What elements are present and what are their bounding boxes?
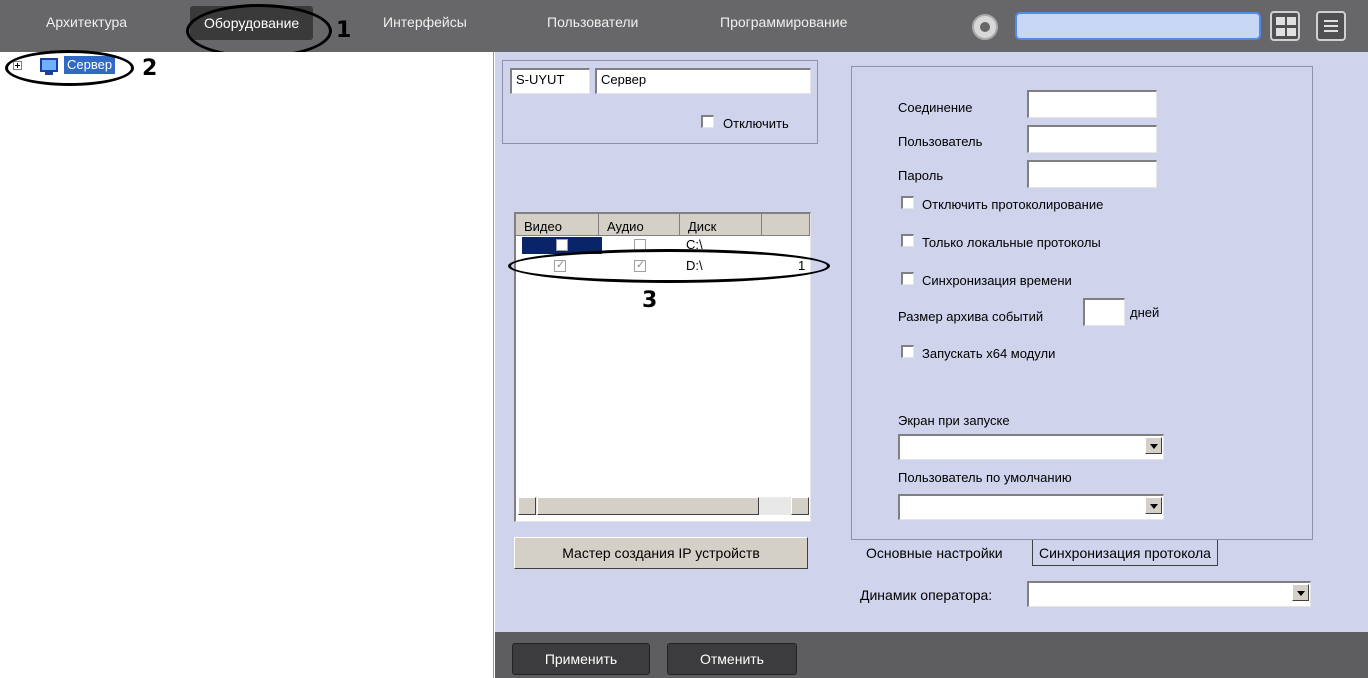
password-label: Пароль bbox=[898, 168, 944, 183]
disk-name: C:\ bbox=[686, 237, 703, 252]
server-id-field[interactable]: S-UYUT bbox=[510, 68, 590, 94]
scroll-right-button[interactable] bbox=[791, 497, 809, 515]
disable-logging-checkbox[interactable] bbox=[901, 196, 914, 209]
operator-speaker-select[interactable] bbox=[1027, 581, 1311, 607]
disk-name: D:\ bbox=[686, 258, 703, 273]
horizontal-scrollbar[interactable] bbox=[518, 497, 809, 515]
col-extra bbox=[762, 214, 810, 236]
tab-protocol-sync[interactable]: Синхронизация протокола bbox=[1032, 540, 1218, 566]
local-logs-label: Только локальные протоколы bbox=[922, 235, 1101, 250]
top-menu-bar: Архитектура Оборудование Интерфейсы Поль… bbox=[0, 0, 1368, 52]
tab-basic-settings[interactable]: Основные настройки bbox=[860, 540, 1009, 566]
operator-speaker-label: Динамик оператора: bbox=[860, 587, 993, 603]
chevron-down-icon bbox=[1145, 437, 1162, 454]
connection-label: Соединение bbox=[898, 100, 973, 115]
disable-label: Отключить bbox=[723, 116, 789, 131]
ip-wizard-button[interactable]: Мастер создания IP устройств bbox=[514, 537, 808, 569]
cancel-button[interactable]: Отменить bbox=[667, 643, 797, 675]
object-tree: Сервер bbox=[0, 52, 494, 678]
tree-expand-icon[interactable] bbox=[13, 61, 22, 70]
tab-users[interactable]: Пользователи bbox=[547, 14, 638, 36]
disable-checkbox[interactable] bbox=[701, 115, 714, 128]
chevron-down-icon bbox=[1145, 497, 1162, 514]
callout-2: 2 bbox=[142, 56, 158, 81]
run-x64-label: Запускать x64 модули bbox=[922, 346, 1056, 361]
startup-screen-label: Экран при запуске bbox=[898, 413, 1010, 428]
chevron-down-icon bbox=[1292, 584, 1309, 601]
disk-row[interactable]: C:\ bbox=[516, 237, 810, 254]
layout-grid-icon[interactable] bbox=[1270, 11, 1300, 41]
time-sync-checkbox[interactable] bbox=[901, 272, 914, 285]
col-video[interactable]: Видео bbox=[516, 214, 599, 236]
window: Архитектура Оборудование Интерфейсы Поль… bbox=[0, 0, 1368, 678]
search-input[interactable] bbox=[1015, 12, 1261, 40]
local-logs-checkbox[interactable] bbox=[901, 234, 914, 247]
tab-programming[interactable]: Программирование bbox=[720, 14, 847, 36]
user-field[interactable] bbox=[1027, 125, 1157, 153]
tree-item-server[interactable]: Сервер bbox=[64, 56, 116, 74]
apply-button[interactable]: Применить bbox=[512, 643, 650, 675]
disable-logging-label: Отключить протоколирование bbox=[922, 197, 1104, 212]
default-user-label: Пользователь по умолчанию bbox=[898, 470, 1072, 485]
tab-equipment[interactable]: Оборудование bbox=[190, 6, 314, 40]
audio-checkbox[interactable] bbox=[634, 239, 646, 251]
default-user-select[interactable] bbox=[898, 494, 1164, 520]
tab-architecture[interactable]: Архитектура bbox=[46, 14, 127, 36]
video-checkbox[interactable] bbox=[554, 258, 566, 272]
startup-screen-select[interactable] bbox=[898, 434, 1164, 460]
callout-3: 3 bbox=[642, 288, 658, 313]
archive-size-field[interactable] bbox=[1083, 298, 1125, 326]
user-label: Пользователь bbox=[898, 134, 983, 149]
settings-gear-icon[interactable] bbox=[972, 14, 998, 40]
scroll-thumb[interactable] bbox=[537, 497, 759, 515]
col-audio[interactable]: Аудио bbox=[599, 214, 680, 236]
connection-field[interactable] bbox=[1027, 90, 1157, 118]
video-checkbox[interactable] bbox=[556, 239, 568, 251]
menu-list-icon[interactable] bbox=[1316, 11, 1346, 41]
run-x64-checkbox[interactable] bbox=[901, 345, 914, 358]
archive-size-label: Размер архива событий bbox=[898, 309, 1044, 324]
archive-units-label: дней bbox=[1130, 305, 1160, 320]
audio-checkbox[interactable] bbox=[634, 258, 646, 272]
time-sync-label: Синхронизация времени bbox=[922, 273, 1072, 288]
disk-list[interactable]: Видео Аудио Диск C:\ D:\ 1 bbox=[514, 212, 811, 522]
tab-interfaces[interactable]: Интерфейсы bbox=[383, 14, 467, 36]
scroll-left-button[interactable] bbox=[518, 497, 536, 515]
disk-row[interactable]: D:\ 1 bbox=[516, 258, 810, 275]
password-field[interactable] bbox=[1027, 160, 1157, 188]
disk-extra: 1 bbox=[798, 258, 806, 273]
col-disk[interactable]: Диск bbox=[680, 214, 762, 236]
server-name-field[interactable]: Сервер bbox=[595, 68, 811, 94]
monitor-icon bbox=[40, 58, 58, 75]
callout-1: 1 bbox=[336, 18, 352, 43]
